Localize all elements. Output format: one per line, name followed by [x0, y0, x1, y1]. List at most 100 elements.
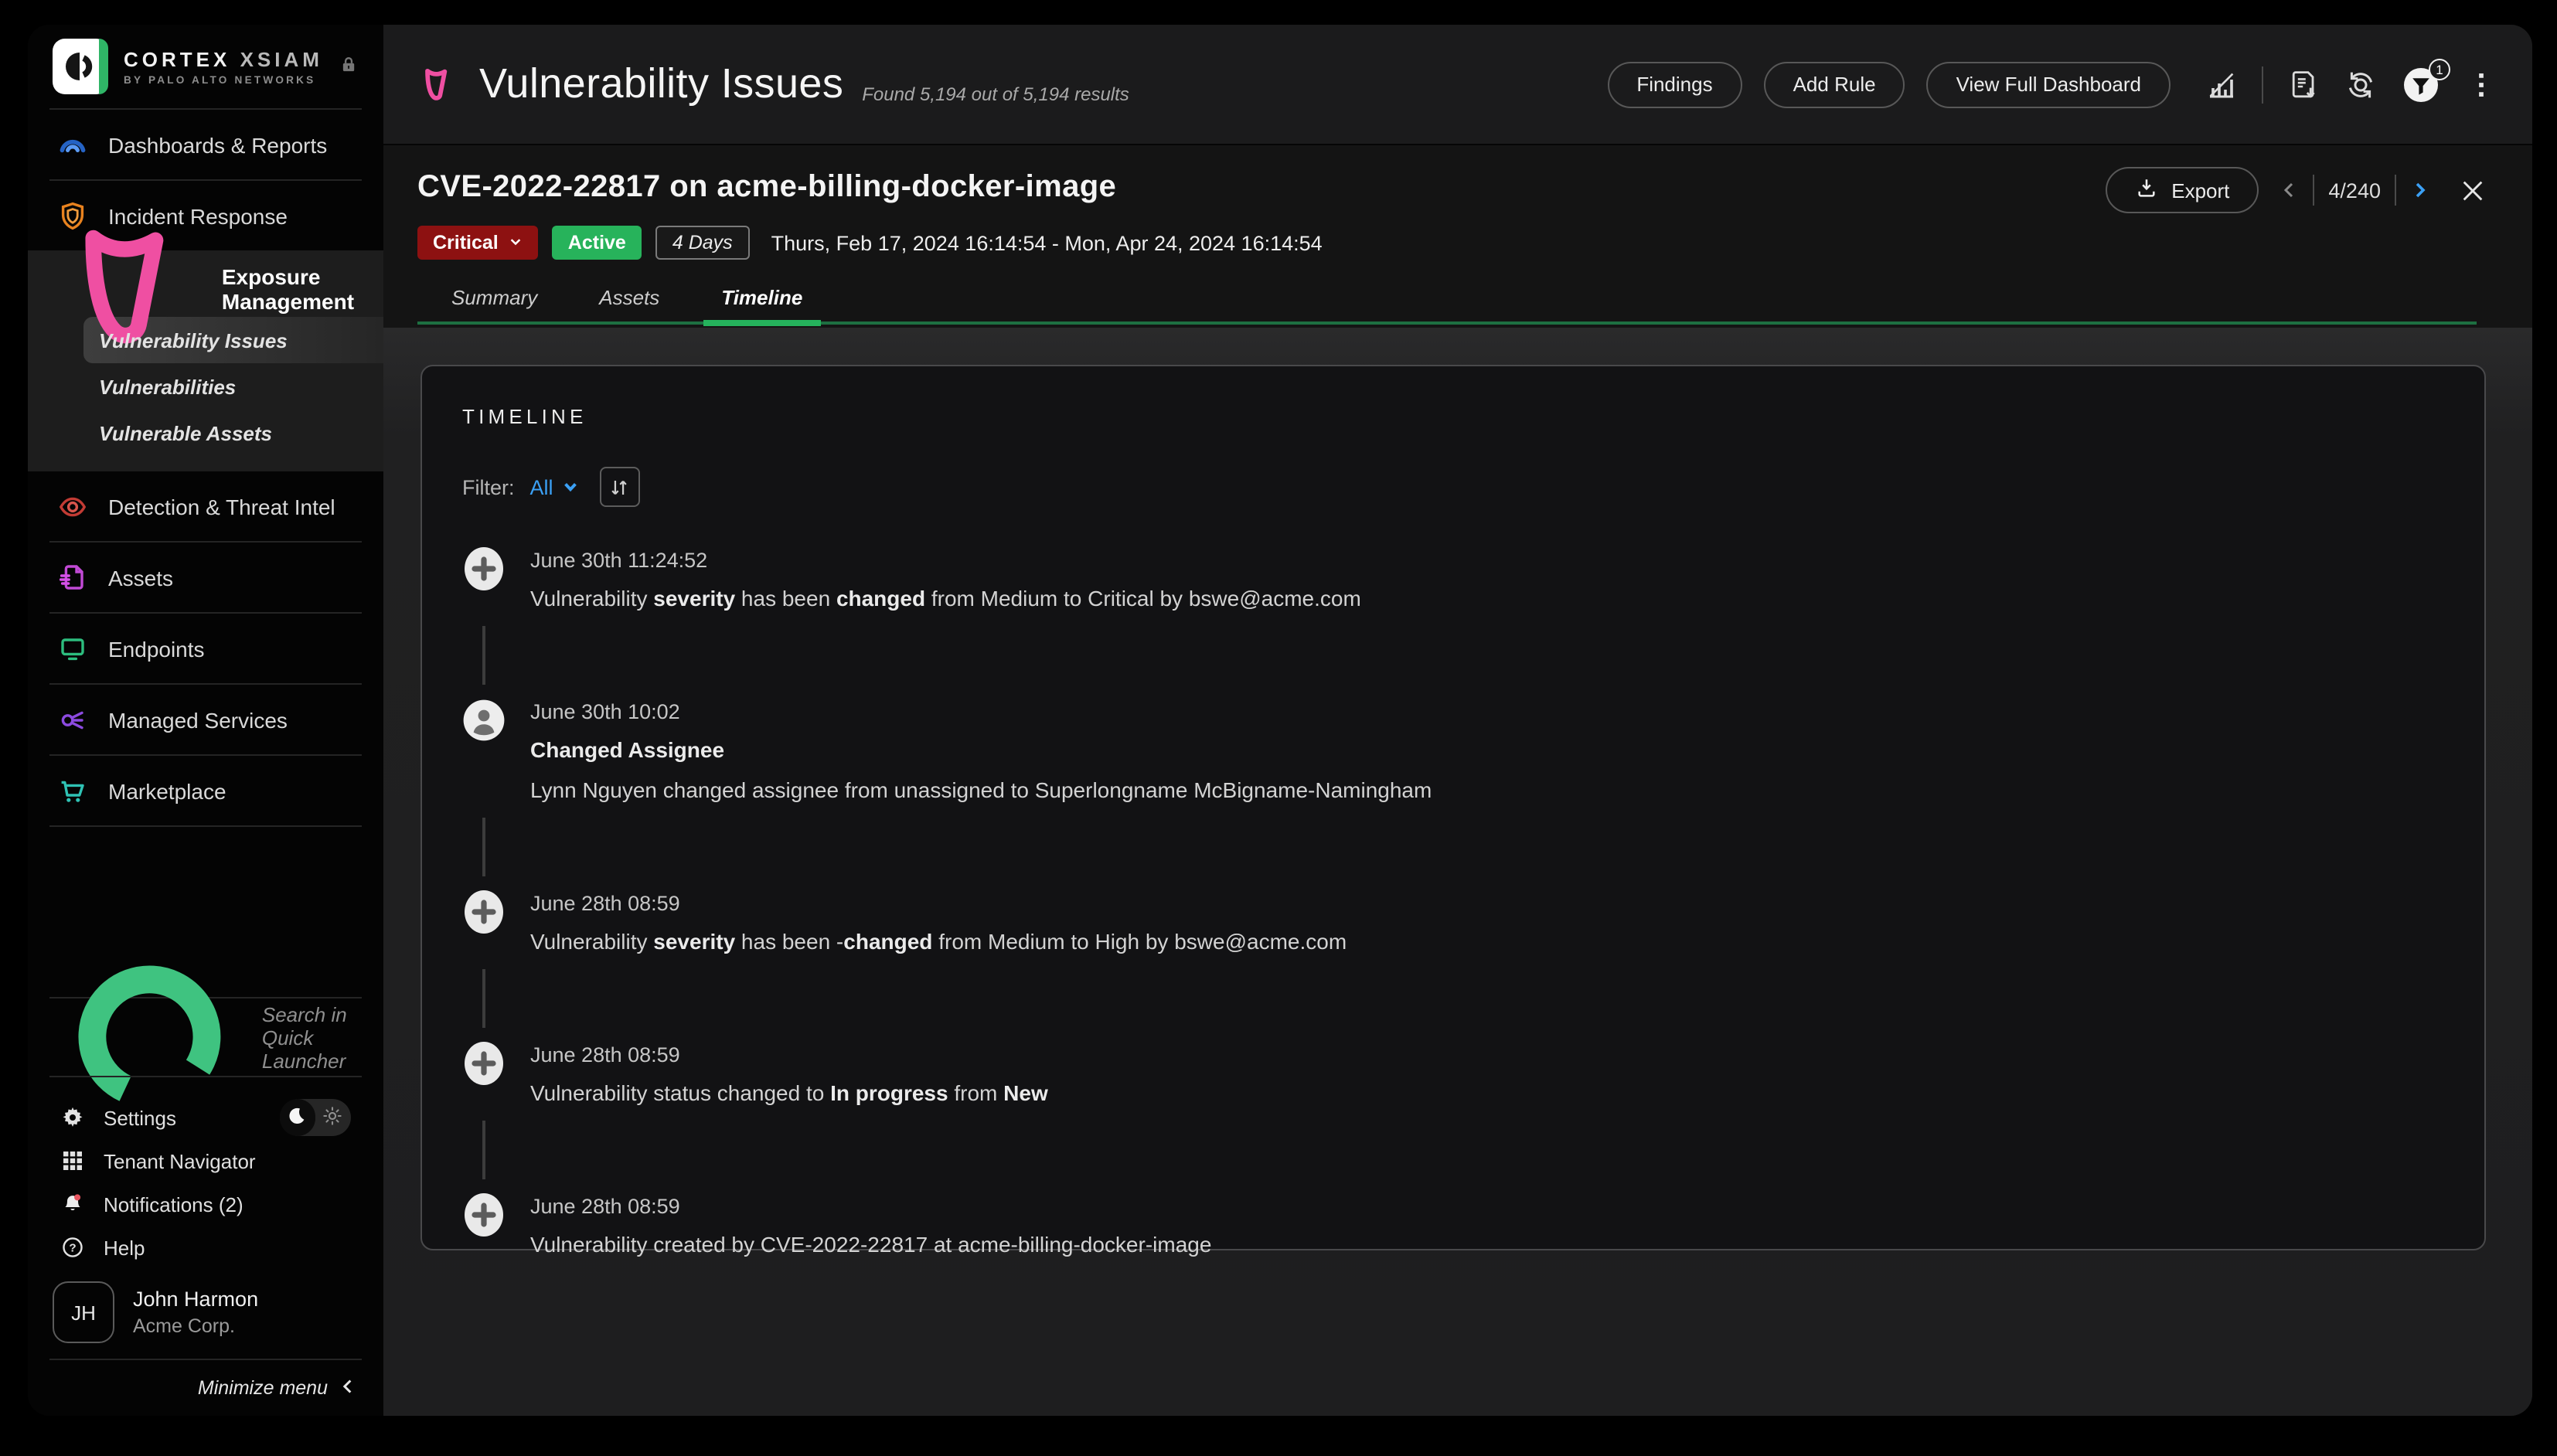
findings-button[interactable]: Findings — [1607, 61, 1742, 107]
view-full-dashboard-button[interactable]: View Full Dashboard — [1927, 61, 2171, 107]
eye-icon — [57, 491, 88, 522]
sort-order-button[interactable] — [600, 467, 640, 507]
help-icon: ? — [60, 1235, 85, 1260]
sidebar-item-help[interactable]: ? Help — [28, 1226, 383, 1269]
chevron-down-blue-icon — [563, 475, 578, 498]
filter-label: Filter: — [462, 475, 515, 498]
record-pager: 4/240 — [2280, 175, 2429, 206]
header-buttons: Findings Add Rule View Full Dashboard — [1607, 61, 2171, 107]
sun-icon — [321, 1105, 346, 1130]
chart-toggle-icon[interactable] — [2205, 67, 2239, 101]
sidebar-item-detection-threat-intel[interactable]: Detection & Threat Intel — [28, 471, 383, 541]
cortex-logo-icon — [53, 39, 108, 94]
timeline-entry-time: June 28th 08:59 — [530, 1042, 2438, 1066]
quick-launcher-search[interactable]: Search in Quick Launcher — [28, 998, 383, 1076]
brand-text: CORTEX XSIAM BY PALO ALTO NETWORKS — [124, 47, 323, 86]
timeline-entry-text: Vulnerability status changed to In progr… — [530, 1079, 2438, 1107]
timeline-entry: June 30th 11:24:52 Vulnerability severit… — [462, 547, 2438, 612]
sidebar-item-vulnerabilities[interactable]: Vulnerabilities — [28, 363, 383, 410]
plus-circle-icon — [462, 1042, 506, 1085]
sidebar-item-label: Dashboards & Reports — [108, 132, 327, 157]
tab-content: TIMELINE Filter: All June 30th 11:24:52 … — [383, 328, 2532, 1416]
sidebar-item-assets[interactable]: Assets — [28, 543, 383, 612]
tab-timeline[interactable]: Timeline — [703, 286, 821, 321]
light-mode-option[interactable] — [315, 1099, 351, 1136]
timeline-entry-time: June 28th 08:59 — [530, 1193, 2438, 1218]
dark-mode-option[interactable] — [280, 1099, 315, 1136]
sidebar-item-marketplace[interactable]: Marketplace — [28, 756, 383, 825]
pager-next-icon[interactable] — [2410, 181, 2429, 199]
brand-logo[interactable]: CORTEX XSIAM BY PALO ALTO NETWORKS — [28, 25, 383, 108]
tab-assets[interactable]: Assets — [581, 286, 678, 321]
tab-summary[interactable]: Summary — [433, 286, 556, 321]
download-icon — [2134, 176, 2157, 204]
managed-services-icon — [57, 704, 88, 735]
plus-circle-icon — [462, 1193, 506, 1237]
app-root: CORTEX XSIAM BY PALO ALTO NETWORKS Dashb… — [0, 0, 2557, 1456]
divider — [2395, 175, 2396, 206]
header-icons: 1 — [2205, 64, 2498, 104]
chevron-down-icon — [509, 232, 523, 253]
sidebar-item-label: Notifications (2) — [104, 1192, 243, 1216]
timeline-heading: TIMELINE — [462, 405, 2438, 428]
user-profile[interactable]: JH John Harmon Acme Corp. — [28, 1269, 383, 1359]
quick-launcher-placeholder: Search in Quick Launcher — [262, 1002, 354, 1072]
timeline-connector — [482, 818, 2438, 876]
timeline-entry-time: June 30th 10:02 — [530, 699, 2438, 723]
cart-icon — [57, 775, 88, 806]
sidebar-item-label: Exposure Management — [222, 264, 354, 314]
timeline-entries: June 30th 11:24:52 Vulnerability severit… — [462, 547, 2438, 1258]
chevron-left-icon — [340, 1377, 356, 1399]
lock-icon — [339, 54, 359, 79]
severity-badge[interactable]: Critical — [417, 226, 539, 260]
timeline-entry-time: June 30th 11:24:52 — [530, 547, 2438, 572]
sidebar-item-endpoints[interactable]: Endpoints — [28, 614, 383, 683]
main-area: Vulnerability Issues Found 5,194 out of … — [383, 25, 2532, 1416]
sidebar-nav-bottom: Detection & Threat Intel Assets Endpoint… — [28, 471, 383, 827]
filter-button[interactable]: 1 — [2401, 64, 2441, 104]
person-avatar-icon — [462, 699, 506, 742]
filter-count-badge: 1 — [2429, 58, 2450, 80]
timeline-filter-row: Filter: All — [462, 467, 2438, 507]
kebab-menu-icon[interactable] — [2464, 67, 2498, 101]
detail-tabs: Summary Assets Timeline — [417, 286, 2477, 325]
report-export-icon[interactable] — [2286, 67, 2320, 101]
minimize-menu-button[interactable]: Minimize menu — [28, 1360, 383, 1416]
user-name: John Harmon — [133, 1288, 258, 1311]
sidebar-item-notifications-2[interactable]: Notifications (2) — [28, 1182, 383, 1226]
sidebar-item-dashboards-reports[interactable]: Dashboards & Reports — [28, 110, 383, 179]
bell-icon — [60, 1192, 85, 1216]
results-count: Found 5,194 out of 5,194 results — [862, 83, 1129, 104]
sidebar-item-vulnerable-assets[interactable]: Vulnerable Assets — [28, 410, 383, 456]
sidebar-item-label: Help — [104, 1236, 145, 1259]
sidebar-item-managed-services[interactable]: Managed Services — [28, 685, 383, 754]
add-rule-button[interactable]: Add Rule — [1764, 61, 1905, 107]
sidebar-item-label: Endpoints — [108, 636, 205, 661]
date-range: Thurs, Feb 17, 2024 16:14:54 - Mon, Apr … — [771, 231, 1323, 254]
sidebar-item-settings[interactable]: Settings — [28, 1096, 383, 1139]
timeline-entry: June 28th 08:59 Vulnerability severity h… — [462, 890, 2438, 955]
gauge-icon — [57, 129, 88, 160]
filter-funnel-icon — [2401, 84, 2441, 111]
timeline-connector — [482, 969, 2438, 1028]
issue-badges: Critical Active 4 Days Thurs, Feb 17, 20… — [417, 226, 2477, 260]
sidebar-item-label: Marketplace — [108, 778, 226, 803]
severity-label: Critical — [433, 232, 499, 253]
close-icon[interactable] — [2460, 177, 2486, 203]
filter-value-dropdown[interactable]: All — [530, 475, 578, 498]
timeline-entry-text: Vulnerability severity has been changed … — [530, 584, 2438, 612]
export-button[interactable]: Export — [2105, 167, 2259, 213]
sidebar-item-exposure-management[interactable]: Exposure Management — [28, 261, 383, 317]
pager-prev-icon[interactable] — [2280, 181, 2299, 199]
export-label: Export — [2171, 179, 2229, 202]
svg-text:?: ? — [69, 1241, 76, 1254]
timeline-entry: June 28th 08:59 Vulnerability status cha… — [462, 1042, 2438, 1107]
sidebar-item-tenant-navigator[interactable]: Tenant Navigator — [28, 1139, 383, 1182]
filter-value: All — [530, 475, 553, 498]
page-title: Vulnerability Issues — [479, 60, 843, 108]
refresh-icon[interactable] — [2344, 67, 2378, 101]
sidebar-item-label: Settings — [104, 1106, 176, 1129]
theme-toggle[interactable] — [280, 1099, 351, 1136]
divider — [2262, 66, 2263, 103]
sidebar-footer: Settings Tenant Navigator Notifications … — [28, 1077, 383, 1269]
